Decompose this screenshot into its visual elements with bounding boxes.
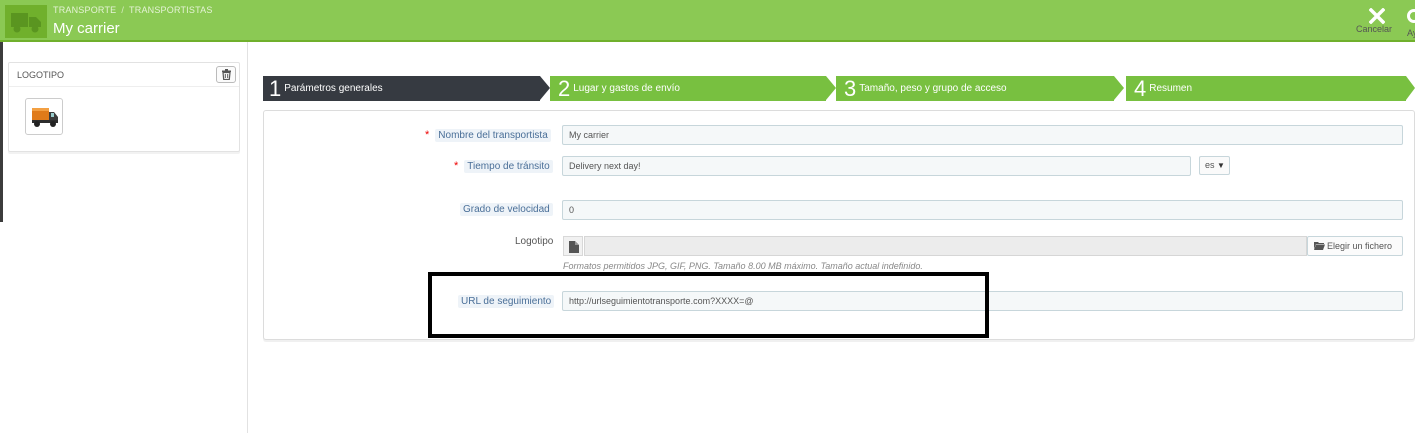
help-button-label: Ay [1407,28,1415,38]
transit-time-label-text: Tiempo de tránsito [464,160,553,173]
step-label: Parámetros generales [284,83,383,94]
transit-time-label: * Tiempo de tránsito [454,160,553,173]
breadcrumb-item-transporte[interactable]: TRANSPORTE [53,5,116,15]
truck-icon [32,108,58,127]
speed-grade-label: Grado de velocidad [460,203,553,216]
cancel-button[interactable]: Cancelar [1356,5,1398,38]
step-number: 4 [1134,75,1147,101]
close-icon [1356,5,1398,25]
annotation-highlight-box [428,272,989,338]
folder-open-icon [1314,241,1325,252]
breadcrumb: TRANSPORTE / TRANSPORTISTAS [53,5,213,15]
step-arrow [1406,76,1415,100]
caret-down-icon: ▼ [1217,161,1225,170]
step-general-params[interactable]: 1 Parámetros generales [263,76,540,101]
step-arrow [826,76,836,100]
page-title: My carrier [53,20,120,37]
help-button[interactable]: Ay [1401,5,1415,38]
language-select[interactable]: es ▼ [1199,156,1230,175]
step-number: 3 [844,75,857,101]
step-arrow [540,76,550,100]
step-number: 2 [558,75,571,101]
logo-label: Logotipo [515,236,554,247]
step-size-weight-access[interactable]: 3 Tamaño, peso y grupo de acceso [836,76,1114,101]
page-header: TRANSPORTE / TRANSPORTISTAS My carrier Can… [0,0,1415,40]
step-number: 1 [269,75,282,101]
carrier-name-input[interactable]: My carrier [562,125,1403,145]
choose-file-button-label: Elegir un fichero [1327,241,1393,251]
left-gutter [0,42,3,222]
logo-file-name-field[interactable] [584,236,1307,256]
required-marker: * [425,129,430,141]
logo-panel-title: LOGOTIPO [17,70,65,80]
trash-icon [222,69,231,80]
logo-help-text: Formatos permitidos JPG, GIF, PNG. Tamañ… [563,261,923,271]
speed-grade-label-text: Grado de velocidad [460,203,553,216]
step-label: Lugar y gastos de envío [573,83,680,94]
logo-thumbnail [25,98,63,135]
logo-panel-header: LOGOTIPO [9,63,239,87]
breadcrumb-separator: / [121,5,125,15]
breadcrumb-item-transportistas[interactable]: TRANSPORTISTAS [129,5,212,15]
step-label: Tamaño, peso y grupo de acceso [859,83,1007,94]
logo-panel: LOGOTIPO [8,62,240,152]
step-shipping-locations[interactable]: 2 Lugar y gastos de envío [550,76,826,101]
delete-logo-button[interactable] [216,66,236,83]
step-label: Resumen [1149,83,1193,94]
truck-icon [5,5,47,38]
wizard-steps: 1 Parámetros generales 2 Lugar y gastos … [263,76,1415,102]
language-select-value: es [1205,160,1215,170]
cancel-button-label: Cancelar [1356,24,1393,34]
speed-grade-input[interactable]: 0 [562,200,1403,220]
help-icon [1407,9,1415,23]
carrier-name-label: * Nombre del transportista [425,129,551,142]
transit-time-input[interactable]: Delivery next day! [562,156,1191,176]
choose-file-button[interactable]: Elegir un fichero [1307,236,1403,256]
step-arrow [1114,76,1124,100]
file-icon [563,236,583,256]
required-marker: * [454,160,459,172]
carrier-name-label-text: Nombre del transportista [435,129,551,142]
step-summary[interactable]: 4 Resumen [1126,76,1406,101]
